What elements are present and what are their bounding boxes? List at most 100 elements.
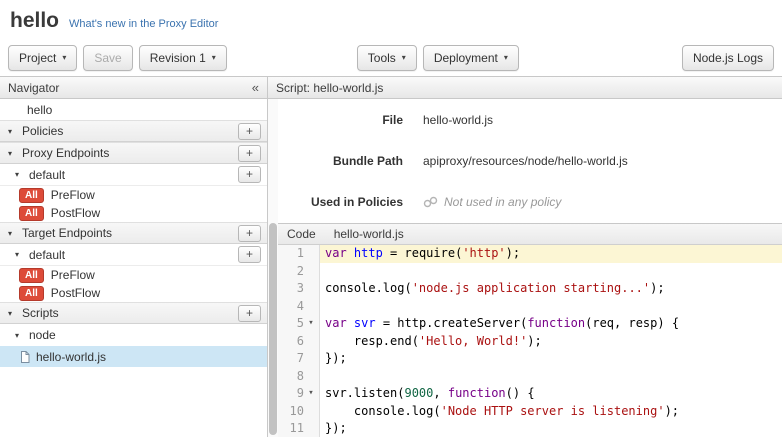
code-text[interactable]: var svr = http.createServer(function(req… [320, 315, 782, 333]
nav-item-label: PostFlow [51, 286, 100, 300]
revision-menu-button[interactable]: Revision 1 ▾ [139, 45, 227, 71]
nav-section-target-endpoints[interactable]: ▾ Target Endpoints + [0, 222, 267, 244]
code-line[interactable]: 5▾var svr = http.createServer(function(r… [278, 315, 782, 333]
add-target-endpoint-button[interactable]: + [238, 225, 261, 242]
line-gutter: 1 [278, 245, 320, 263]
nav-item-target-preflow[interactable]: All PreFlow [0, 266, 267, 284]
code-text[interactable] [320, 368, 782, 386]
project-menu-button[interactable]: Project ▾ [8, 45, 77, 71]
disclosure-triangle-icon[interactable]: ▾ [8, 229, 17, 238]
fold-spacer [304, 403, 318, 421]
code-fold-icon[interactable]: ▾ [304, 385, 318, 403]
nav-item-proxy-default[interactable]: ▾ default + [0, 164, 267, 186]
code-line[interactable]: 6 resp.end('Hello, World!'); [278, 333, 782, 351]
all-badge: All [19, 268, 44, 283]
navigator-header: Navigator « [0, 77, 267, 99]
file-field-value: hello-world.js [423, 113, 493, 127]
nav-section-proxy-endpoints[interactable]: ▾ Proxy Endpoints + [0, 142, 267, 164]
nav-item-proxy-postflow[interactable]: All PostFlow [0, 204, 267, 222]
nav-item-hello-world-js[interactable]: hello-world.js [0, 346, 267, 367]
disclosure-triangle-icon[interactable]: ▾ [15, 170, 24, 179]
code-text[interactable]: var http = require('http'); [320, 245, 782, 263]
code-line[interactable]: 7}); [278, 350, 782, 368]
line-gutter: 2 [278, 263, 320, 281]
code-line[interactable]: 9▾svr.listen(9000, function() { [278, 385, 782, 403]
project-menu-label: Project [19, 51, 56, 65]
code-fold-icon[interactable]: ▾ [304, 315, 318, 333]
deployment-menu-label: Deployment [434, 51, 498, 65]
fold-spacer [304, 298, 318, 316]
line-number: 5 [278, 315, 304, 333]
script-meta-form: File hello-world.js Bundle Path apiproxy… [278, 99, 782, 223]
script-panel-title: Script: hello-world.js [276, 81, 383, 95]
collapse-panel-icon[interactable]: « [252, 80, 259, 95]
code-line[interactable]: 8 [278, 368, 782, 386]
workspace: Navigator « hello ▾ Policies + ▾ Proxy E… [0, 76, 782, 437]
code-text[interactable]: svr.listen(9000, function() { [320, 385, 782, 403]
code-line[interactable]: 1var http = require('http'); [278, 245, 782, 263]
line-number: 7 [278, 350, 304, 368]
add-policy-button[interactable]: + [238, 123, 261, 140]
code-section: Code hello-world.js 1var http = require(… [278, 223, 782, 437]
page-title: hello [10, 10, 59, 32]
fold-spacer [304, 263, 318, 281]
nav-item-label: default [29, 168, 65, 182]
fold-spacer [304, 368, 318, 386]
proxy-editor-app: hello What's new in the Proxy Editor Pro… [0, 0, 782, 437]
code-section-header: Code hello-world.js [278, 224, 782, 245]
disclosure-triangle-icon[interactable]: ▾ [8, 149, 17, 158]
deployment-menu-button[interactable]: Deployment ▾ [423, 45, 519, 71]
nav-item-target-default[interactable]: ▾ default + [0, 244, 267, 266]
tools-menu-button[interactable]: Tools ▾ [357, 45, 417, 71]
add-proxy-flow-button[interactable]: + [238, 166, 261, 183]
vertical-scrollbar[interactable] [268, 99, 278, 437]
nav-section-scripts[interactable]: ▾ Scripts + [0, 302, 267, 324]
line-number: 4 [278, 298, 304, 316]
disclosure-triangle-icon[interactable]: ▾ [8, 127, 17, 136]
code-text[interactable]: console.log('Node HTTP server is listeni… [320, 403, 782, 421]
disclosure-triangle-icon[interactable]: ▾ [15, 331, 24, 340]
used-in-policies-value: Not used in any policy [423, 195, 561, 209]
code-text[interactable]: console.log('node.js application startin… [320, 280, 782, 298]
used-in-policies-text: Not used in any policy [444, 195, 561, 209]
code-text[interactable]: resp.end('Hello, World!'); [320, 333, 782, 351]
code-file-tab[interactable]: hello-world.js [334, 227, 404, 241]
disclosure-triangle-icon[interactable]: ▾ [8, 309, 17, 318]
nav-item-node-folder[interactable]: ▾ node [0, 324, 267, 346]
used-in-policies-label: Used in Policies [278, 195, 403, 209]
line-gutter: 5▾ [278, 315, 320, 333]
nav-section-label: Scripts [22, 306, 59, 320]
save-button[interactable]: Save [83, 45, 132, 71]
whats-new-link[interactable]: What's new in the Proxy Editor [69, 18, 218, 30]
all-badge: All [19, 206, 44, 221]
add-target-flow-button[interactable]: + [238, 246, 261, 263]
code-line[interactable]: 3console.log('node.js application starti… [278, 280, 782, 298]
script-content: File hello-world.js Bundle Path apiproxy… [278, 99, 782, 437]
line-number: 2 [278, 263, 304, 281]
nav-section-label: Proxy Endpoints [22, 146, 109, 160]
code-text[interactable]: }); [320, 350, 782, 368]
nav-item-hello[interactable]: hello [0, 99, 267, 120]
code-line[interactable]: 4 [278, 298, 782, 316]
fold-spacer [304, 350, 318, 368]
nodejs-logs-button[interactable]: Node.js Logs [682, 45, 774, 71]
nav-section-policies[interactable]: ▾ Policies + [0, 120, 267, 142]
code-text[interactable] [320, 298, 782, 316]
disclosure-triangle-icon[interactable]: ▾ [15, 250, 24, 259]
code-text[interactable]: }); [320, 420, 782, 437]
add-proxy-endpoint-button[interactable]: + [238, 145, 261, 162]
scrollbar-thumb[interactable] [269, 223, 277, 435]
code-line[interactable]: 10 console.log('Node HTTP server is list… [278, 403, 782, 421]
nav-item-target-postflow[interactable]: All PostFlow [0, 284, 267, 302]
script-panel-body: File hello-world.js Bundle Path apiproxy… [268, 99, 782, 437]
script-detail-panel: Script: hello-world.js File hello-world.… [268, 77, 782, 437]
all-badge: All [19, 286, 44, 301]
nav-item-label: PostFlow [51, 206, 100, 220]
code-line[interactable]: 2 [278, 263, 782, 281]
code-editor[interactable]: 1var http = require('http');23console.lo… [278, 245, 782, 437]
code-line[interactable]: 11}); [278, 420, 782, 437]
nav-item-proxy-preflow[interactable]: All PreFlow [0, 186, 267, 204]
add-script-button[interactable]: + [238, 305, 261, 322]
code-text[interactable] [320, 263, 782, 281]
bundle-path-row: Bundle Path apiproxy/resources/node/hell… [278, 154, 782, 168]
